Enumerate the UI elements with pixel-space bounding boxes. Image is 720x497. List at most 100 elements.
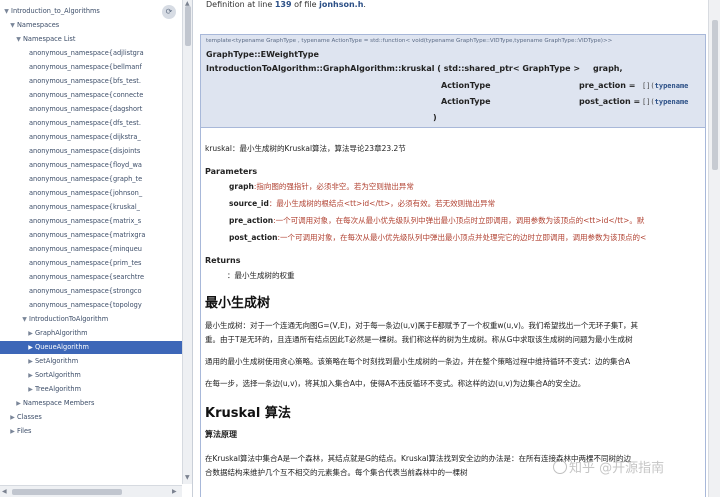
section1-paragraph1-line2: 重。由于T是无环的，且连通所有结点因此T必然是一棵树。我们称这样的树为生成树。称…	[205, 335, 633, 344]
member-documentation: kruskal：最小生成树的Kruskal算法，算法导论23章23.2节 Par…	[200, 128, 706, 497]
parameter-row: graph:指向图的强指针，必须非空。若为空则抛出异常	[229, 181, 414, 192]
tree-item[interactable]: ▼ Introduction_to_Algorithms	[0, 5, 100, 18]
expanded-arrow-icon[interactable]: ▼	[2, 5, 11, 18]
tree-item[interactable]: ▶ TreeAlgorithm	[0, 383, 81, 396]
tree-item-label: anonymous_namespace{floyd_wa	[29, 161, 142, 169]
parameter-description: :一个可调用对象，在每次从最小优先级队列中弹出最小顶点并处理完它的边时立即调用，…	[277, 233, 647, 242]
tree-item[interactable]: anonymous_namespace{bfs_test.	[0, 75, 141, 88]
tree-item[interactable]: anonymous_namespace{floyd_wa	[0, 159, 142, 172]
tree-item[interactable]: ▶ SortAlgorithm	[0, 369, 81, 382]
post-action-lambda-open: [](	[642, 98, 655, 106]
content-vertical-scroll-thumb[interactable]	[712, 20, 718, 170]
definition-file-link[interactable]: jonhson.h	[319, 0, 363, 9]
tree-item[interactable]: anonymous_namespace{disjoints	[0, 145, 140, 158]
tree-item[interactable]: anonymous_namespace{johnson_	[0, 187, 142, 200]
tree-item[interactable]: ▶ QueueAlgorithm	[0, 341, 192, 354]
watermark-text: 知乎 @开源指南	[569, 461, 665, 476]
tree-item[interactable]: anonymous_namespace{prim_tes	[0, 257, 141, 270]
tree-item-label: Namespace Members	[23, 399, 95, 407]
tree-item-label: anonymous_namespace{johnson_	[29, 189, 143, 197]
parameter-name: source_id	[229, 199, 269, 208]
content-vertical-scrollbar[interactable]	[708, 0, 720, 497]
param-post-action-name: post_action =	[579, 97, 641, 106]
tree-item-label: anonymous_namespace{prim_tes	[29, 259, 142, 267]
tree-item[interactable]: anonymous_namespace{matrix_s	[0, 215, 141, 228]
tree-item[interactable]: anonymous_namespace{bellmanf	[0, 61, 142, 74]
tree-item-label: anonymous_namespace{strongco	[29, 287, 142, 295]
tree-item[interactable]: anonymous_namespace{kruskal_	[0, 201, 140, 214]
tree-horizontal-scroll-thumb[interactable]	[12, 489, 122, 495]
tree-item[interactable]: ▼ Namespaces	[0, 19, 59, 32]
sync-toc-button[interactable]: ⟳	[162, 5, 176, 19]
tree-item-label: anonymous_namespace{dijkstra_	[29, 133, 141, 141]
parameter-row: source_id：最小生成树的根结点<tt>id</tt>，必须有效。若无效则…	[229, 198, 495, 209]
tree-item[interactable]: anonymous_namespace{strongco	[0, 285, 142, 298]
section1-paragraph3: 在每一步，选择一条边(u,v)，将其加入集合A中，使得A不违反循环不变式。称这样…	[205, 379, 586, 388]
section1-paragraph1-line1: 最小生成树：对于一个连通无向图G=(V,E)，对于每一条边(u,v)属于E都赋予…	[205, 321, 639, 330]
tree-item[interactable]: ▶ SetAlgorithm	[0, 355, 78, 368]
post-action-keyword: typename	[654, 98, 689, 106]
tree-item-label: Files	[17, 427, 32, 435]
collapsed-arrow-icon[interactable]: ▶	[8, 425, 17, 438]
tree-horizontal-scrollbar[interactable]: ◀ ▶	[0, 485, 182, 497]
scroll-right-icon[interactable]: ▶	[172, 488, 177, 495]
param-graph-name: graph,	[593, 64, 623, 73]
close-paren: )	[433, 113, 437, 122]
collapsed-arrow-icon[interactable]: ▶	[26, 327, 35, 340]
tree-item[interactable]: ▼ Namespace List	[0, 33, 75, 46]
refresh-icon: ⟳	[165, 7, 173, 16]
section1-paragraph2: 通用的最小生成树使用贪心策略。该策略在每个时刻找到最小生成树的一条边，并在整个策…	[205, 357, 631, 366]
pre-action-keyword: typename	[654, 82, 689, 90]
param-post-action-type: ActionType	[441, 97, 491, 106]
tree-item[interactable]: ▼ IntroductionToAlgorithm	[0, 313, 108, 326]
parameter-name: post_action	[229, 233, 278, 242]
collapsed-arrow-icon[interactable]: ▶	[26, 355, 35, 368]
returns-text: ：最小生成树的权重	[227, 271, 295, 280]
definition-line-link[interactable]: 139	[275, 0, 292, 9]
tree-item[interactable]: anonymous_namespace{matrixgra	[0, 229, 145, 242]
tree-item[interactable]: anonymous_namespace{dijkstra_	[0, 131, 141, 144]
tree-item[interactable]: anonymous_namespace{dfs_test.	[0, 117, 141, 130]
scroll-down-icon[interactable]: ▼	[185, 474, 190, 481]
tree-item[interactable]: ▶ GraphAlgorithm	[0, 327, 87, 340]
parameter-description: :指向图的强指针，必须非空。若为空则抛出异常	[253, 182, 414, 191]
tree-vertical-scrollbar[interactable]: ▲ ▼	[182, 0, 192, 484]
tree-item[interactable]: anonymous_namespace{connecte	[0, 89, 143, 102]
returns-heading: Returns	[205, 256, 241, 265]
tree-item-label: anonymous_namespace{dagshort	[29, 105, 143, 113]
tree-item[interactable]: anonymous_namespace{dagshort	[0, 103, 142, 116]
tree-item-label: anonymous_namespace{matrixgra	[29, 231, 146, 239]
expanded-arrow-icon[interactable]: ▼	[20, 313, 29, 326]
tree-item-label: anonymous_namespace{matrix_s	[29, 217, 142, 225]
tree-item-label: anonymous_namespace{disjoints	[29, 147, 141, 155]
param-post-action-default: [](typename	[642, 98, 688, 106]
expanded-arrow-icon[interactable]: ▼	[8, 19, 17, 32]
param-pre-action-type: ActionType	[441, 81, 491, 90]
tree-item[interactable]: ▶ Files	[0, 425, 31, 438]
expanded-arrow-icon[interactable]: ▼	[14, 33, 23, 46]
tree-vertical-scroll-thumb[interactable]	[185, 6, 191, 46]
tree-list: ▼ Introduction_to_Algorithms ▼ Namespaces ▼ N…	[0, 0, 192, 484]
tree-item-label: anonymous_namespace{adjlistgra	[29, 49, 144, 57]
tree-item[interactable]: anonymous_namespace{adjlistgra	[0, 47, 144, 60]
collapsed-arrow-icon[interactable]: ▶	[26, 383, 35, 396]
scroll-left-icon[interactable]: ◀	[2, 488, 7, 495]
collapsed-arrow-icon[interactable]: ▶	[14, 397, 23, 410]
watermark: 知乎 @开源指南	[553, 457, 664, 476]
collapsed-arrow-icon[interactable]: ▶	[26, 341, 35, 354]
parameter-description: ：最小生成树的根结点<tt>id</tt>，必须有效。若无效则抛出异常	[268, 199, 496, 208]
tree-item[interactable]: ▶ Namespace Members	[0, 397, 94, 410]
tree-item[interactable]: anonymous_namespace{graph_te	[0, 173, 142, 186]
tree-item[interactable]: anonymous_namespace{searchtre	[0, 271, 144, 284]
tree-item[interactable]: ▶ Classes	[0, 411, 42, 424]
collapsed-arrow-icon[interactable]: ▶	[8, 411, 17, 424]
tree-item-label: anonymous_namespace{dfs_test.	[29, 119, 141, 127]
tree-item[interactable]: anonymous_namespace{topology	[0, 299, 142, 312]
function-signature: IntroductionToAlgorithm::GraphAlgorithm:…	[206, 64, 581, 73]
tree-item-label: anonymous_namespace{bfs_test.	[29, 77, 141, 85]
collapsed-arrow-icon[interactable]: ▶	[26, 369, 35, 382]
tree-item-label: Classes	[17, 413, 42, 421]
parameter-row: post_action:一个可调用对象，在每次从最小优先级队列中弹出最小顶点并处…	[229, 232, 646, 243]
tree-item[interactable]: anonymous_namespace{minqueu	[0, 243, 142, 256]
tree-item-label: Introduction_to_Algorithms	[11, 7, 100, 15]
